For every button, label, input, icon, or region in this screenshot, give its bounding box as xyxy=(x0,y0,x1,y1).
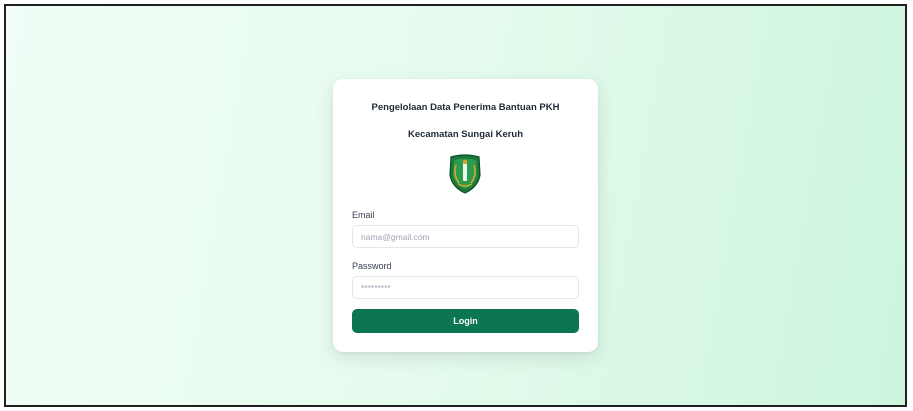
page-background: Pengelolaan Data Penerima Bantuan PKH Ke… xyxy=(4,4,907,407)
password-label: Password xyxy=(352,261,392,271)
password-input[interactable] xyxy=(352,276,579,299)
district-subtitle: Kecamatan Sungai Keruh xyxy=(407,129,524,140)
login-card: Pengelolaan Data Penerima Bantuan PKH Ke… xyxy=(333,79,598,352)
login-button[interactable]: Login xyxy=(352,309,579,333)
app-title: Pengelolaan Data Penerima Bantuan PKH xyxy=(371,102,560,113)
email-input[interactable] xyxy=(352,225,579,248)
regional-emblem-shield-icon xyxy=(449,154,481,194)
email-label: Email xyxy=(352,210,375,220)
